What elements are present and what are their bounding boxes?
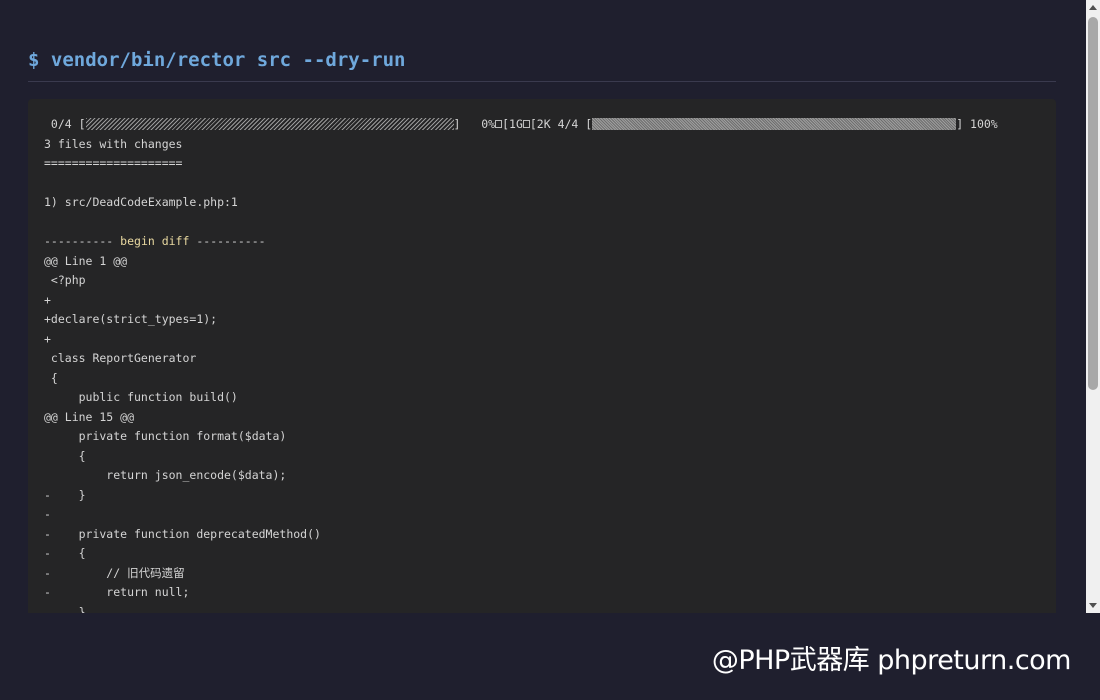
diff-line: - { (44, 546, 86, 560)
output-line: ==================== (44, 156, 183, 170)
diff-line: return json_encode($data); (44, 468, 287, 482)
diff-line: { (44, 370, 58, 385)
escape-seq-2: [2K 4/4 [ (529, 117, 593, 131)
diff-line: + (44, 292, 51, 307)
diff-line: - (44, 507, 51, 521)
diff-line: +declare(strict_types=1); (44, 312, 218, 326)
document-viewport: $ vendor/bin/rector src --dry-run 0/4 []… (0, 0, 1086, 613)
diff-begin-marker: ---------- begin diff ---------- (44, 232, 998, 252)
diff-line: <?php (44, 273, 86, 287)
progress-initial-percent: ] 0% (453, 117, 496, 131)
progress-line: 0/4 [ ] 0% [1G [2K 4/4 [ ] 100% (44, 115, 998, 135)
output-line: 3 files with changes (44, 136, 183, 151)
progress-bar-full (592, 117, 957, 130)
diff-line: - } (44, 487, 86, 502)
scroll-down-arrow-icon[interactable] (1089, 603, 1097, 608)
diff-line: class ReportGenerator (44, 351, 197, 365)
terminal-output: 0/4 [ ] 0% [1G [2K 4/4 [ ] 100% 3 files with… (44, 115, 998, 613)
terminal-output-panel: 0/4 [ ] 0% [1G [2K 4/4 [ ] 100% 3 files with… (28, 99, 1056, 613)
diff-marker-prefix: ---------- (44, 234, 121, 248)
escape-char-glyph (495, 119, 503, 128)
scrollbar-thumb[interactable] (1088, 17, 1098, 390)
diff-line: - // 旧代码遗留 (44, 565, 185, 580)
diff-marker-suffix: ---------- (189, 234, 266, 248)
progress-final-percent: ] 100% (956, 117, 998, 131)
diff-line: - private function deprecatedMethod() (44, 526, 321, 541)
diff-line: private function format($data) (44, 429, 287, 443)
escape-char-glyph (522, 119, 530, 128)
command-header: $ vendor/bin/rector src --dry-run (28, 47, 1056, 82)
diff-line: } (44, 604, 86, 614)
watermark: @PHP武器库 phpreturn.com (711, 645, 1072, 676)
diff-line: @@ Line 15 @@ (44, 409, 135, 424)
diff-line: - return null; (44, 585, 190, 599)
scroll-up-arrow-icon[interactable] (1089, 5, 1097, 10)
vertical-scrollbar[interactable] (1086, 0, 1100, 613)
diff-line: { (44, 448, 86, 463)
diff-line: @@ Line 1 @@ (44, 253, 128, 268)
command-title: $ vendor/bin/rector src --dry-run (28, 49, 406, 71)
progress-initial-counter: 0/4 [ (44, 117, 86, 131)
diff-line: + (44, 331, 51, 346)
progress-bar-empty (85, 117, 454, 130)
escape-seq-1: [1G (502, 117, 523, 131)
diff-line: public function build() (44, 390, 238, 404)
diff-marker-label: begin diff (120, 234, 190, 248)
output-line: 1) src/DeadCodeExample.php:1 (44, 195, 238, 209)
screen: $ vendor/bin/rector src --dry-run 0/4 []… (0, 0, 1100, 700)
